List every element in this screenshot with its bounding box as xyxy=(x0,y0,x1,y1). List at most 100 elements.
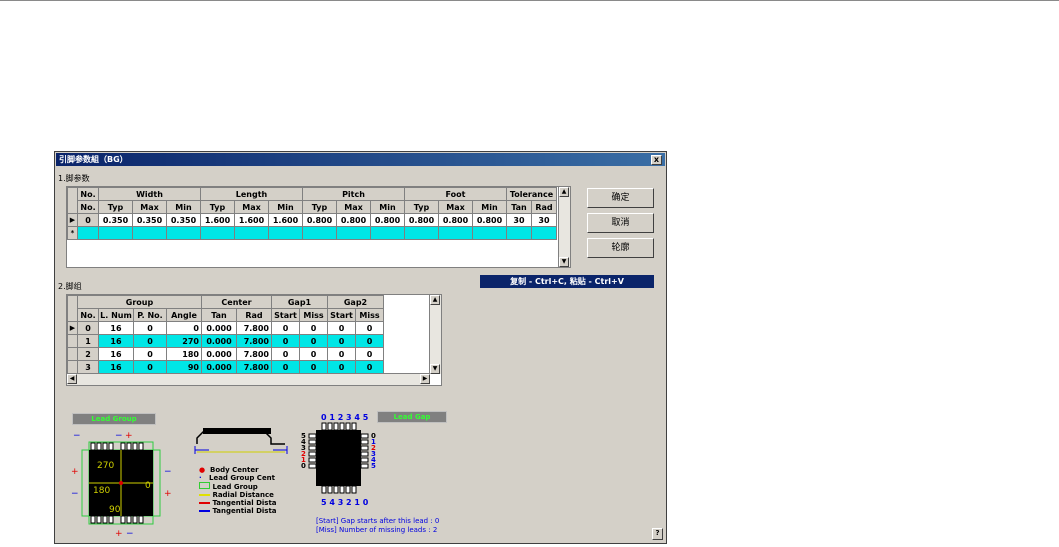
table-cell[interactable]: 0 xyxy=(271,360,300,374)
table-cell[interactable]: 16 xyxy=(98,321,134,335)
col-subheader: Typ xyxy=(200,200,235,214)
table-cell[interactable]: 0 xyxy=(327,360,356,374)
table-cell[interactable]: 0 xyxy=(327,334,356,348)
table-cell[interactable]: 0.800 xyxy=(472,213,507,227)
table-cell[interactable]: 0 xyxy=(77,213,99,227)
svg-text:−: − xyxy=(73,431,81,441)
scroll-up-icon[interactable]: ▲ xyxy=(559,187,569,197)
angle-label: 90 xyxy=(109,505,121,515)
table-cell[interactable]: 0.350 xyxy=(166,213,201,227)
table-cell[interactable]: 0 xyxy=(166,321,202,335)
table-cell[interactable]: 0.800 xyxy=(302,213,337,227)
table-cell[interactable]: 270 xyxy=(166,334,202,348)
table-cell[interactable]: 0.800 xyxy=(370,213,405,227)
table-cell[interactable]: 1.600 xyxy=(234,213,269,227)
col-header: Gap1 xyxy=(271,295,328,309)
table-cell[interactable]: 0 xyxy=(327,347,356,361)
table-cell[interactable]: 0 xyxy=(355,360,384,374)
table-cell[interactable]: 0.000 xyxy=(201,347,237,361)
table-row[interactable]: 3 16 0 90 0.000 7.800 0 0 0 0 xyxy=(67,360,384,374)
lead-group-grid: Group Center Gap1 Gap2 No. L. Num P. No.… xyxy=(66,294,442,386)
table-cell[interactable]: 7.800 xyxy=(236,334,272,348)
table-cell[interactable]: 7.800 xyxy=(236,321,272,335)
table-cell[interactable]: 0.350 xyxy=(132,213,167,227)
col-subheader: Max xyxy=(438,200,473,214)
table-cell[interactable]: 0 xyxy=(133,347,167,361)
svg-text:+: + xyxy=(125,431,133,441)
table-cell[interactable]: 0.800 xyxy=(438,213,473,227)
table-cell[interactable]: 0 xyxy=(355,347,384,361)
table-cell[interactable]: 3 xyxy=(77,360,99,374)
table-cell[interactable]: 0.800 xyxy=(336,213,371,227)
table-cell[interactable]: 16 xyxy=(98,334,134,348)
table-cell[interactable]: 0 xyxy=(355,321,384,335)
grid1-vertical-scrollbar[interactable]: ▲ ▼ xyxy=(558,187,570,267)
table-cell[interactable]: 0 xyxy=(77,321,99,335)
grid2-vertical-scrollbar[interactable]: ▲ ▼ xyxy=(429,295,441,374)
table-cell[interactable]: 0 xyxy=(271,347,300,361)
lead-group-button[interactable]: Lead Group xyxy=(72,413,156,425)
scroll-up-icon[interactable]: ▲ xyxy=(430,295,440,305)
col-subheader: Min xyxy=(268,200,303,214)
table-row[interactable]: 1 16 0 270 0.000 7.800 0 0 0 0 xyxy=(67,334,384,348)
lead-profile-diagram xyxy=(194,428,288,454)
table-cell[interactable]: 30 xyxy=(531,213,557,227)
angle-label: 180 xyxy=(93,486,110,496)
table-cell[interactable]: 1 xyxy=(77,334,99,348)
col-subheader: Min xyxy=(472,200,507,214)
table-cell[interactable]: 0 xyxy=(133,360,167,374)
table-cell[interactable]: 0 xyxy=(299,334,328,348)
table-row[interactable]: 2 16 0 180 0.000 7.800 0 0 0 0 xyxy=(67,347,384,361)
table-cell[interactable]: 7.800 xyxy=(236,347,272,361)
table-cell[interactable]: 0.350 xyxy=(98,213,133,227)
table-cell[interactable]: 0.000 xyxy=(201,334,237,348)
svg-text:5: 5 xyxy=(371,462,376,470)
table-cell[interactable]: 0 xyxy=(271,321,300,335)
close-button[interactable]: x xyxy=(651,155,662,165)
table-cell[interactable]: 0.000 xyxy=(201,360,237,374)
table-cell[interactable]: 2 xyxy=(77,347,99,361)
outline-button[interactable]: 轮廓 xyxy=(587,238,654,258)
dialog-titlebar[interactable]: 引脚参数組（BG） x xyxy=(56,153,665,166)
col-subheader: L. Num xyxy=(98,308,134,322)
new-row[interactable]: * xyxy=(67,226,557,240)
angle-label: 270 xyxy=(97,461,114,471)
table-cell[interactable]: 0 xyxy=(355,334,384,348)
svg-text:−: − xyxy=(126,529,134,538)
table-cell[interactable]: 16 xyxy=(98,347,134,361)
col-header: No. xyxy=(77,187,99,201)
table-cell[interactable]: 7.800 xyxy=(236,360,272,374)
table-cell[interactable]: 0 xyxy=(299,321,328,335)
table-cell[interactable]: 16 xyxy=(98,360,134,374)
cancel-button[interactable]: 取消 xyxy=(587,213,654,233)
table-cell[interactable]: 0 xyxy=(327,321,356,335)
scroll-right-icon[interactable]: ▶ xyxy=(420,374,430,384)
col-subheader: Rad xyxy=(531,200,557,214)
table-cell[interactable]: 0 xyxy=(271,334,300,348)
table-cell[interactable]: 1.600 xyxy=(200,213,235,227)
help-button[interactable]: ? xyxy=(652,528,663,540)
scroll-left-icon[interactable]: ◀ xyxy=(67,374,77,384)
table-cell[interactable]: 0 xyxy=(133,334,167,348)
row-indicator-header xyxy=(67,187,78,214)
start-note: [Start] Gap starts after this lead : 0 xyxy=(316,517,440,525)
table-cell[interactable]: 180 xyxy=(166,347,202,361)
scroll-down-icon[interactable]: ▼ xyxy=(559,257,569,267)
table-cell[interactable]: 0.800 xyxy=(404,213,439,227)
table-row[interactable]: ▶ 0 16 0 0 0.000 7.800 0 0 0 0 xyxy=(67,321,384,335)
lead-params-dialog: 引脚参数組（BG） x 1.脚参数 No. Width Length Pitch… xyxy=(54,151,667,544)
scroll-down-icon[interactable]: ▼ xyxy=(430,364,440,374)
grid2-horizontal-scrollbar[interactable]: ◀ ▶ xyxy=(67,373,430,385)
table-cell[interactable]: 0.000 xyxy=(201,321,237,335)
table-cell[interactable]: 0 xyxy=(299,347,328,361)
ok-button[interactable]: 确定 xyxy=(587,188,654,208)
copy-paste-hint: 复制 - Ctrl+C, 粘贴 - Ctrl+V xyxy=(480,275,654,288)
table-row[interactable]: ▶ 0 0.350 0.350 0.350 1.600 1.600 1.600 … xyxy=(67,213,557,227)
table-cell[interactable]: 90 xyxy=(166,360,202,374)
table-cell[interactable]: 30 xyxy=(506,213,532,227)
table-cell[interactable]: 0 xyxy=(299,360,328,374)
table-cell[interactable]: 0 xyxy=(133,321,167,335)
table-cell[interactable]: 1.600 xyxy=(268,213,303,227)
col-subheader: Miss xyxy=(355,308,384,322)
col-subheader: Tan xyxy=(201,308,237,322)
